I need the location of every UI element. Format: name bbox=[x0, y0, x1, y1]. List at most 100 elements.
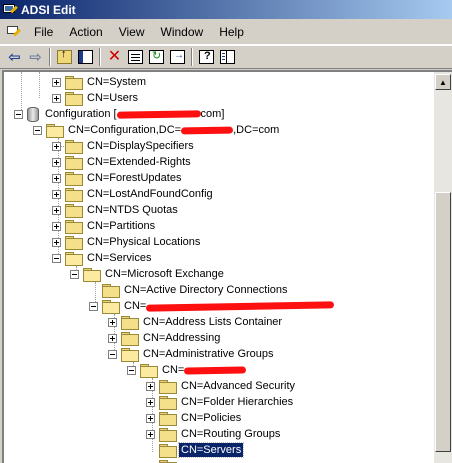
up-folder-icon bbox=[57, 48, 72, 64]
tree-node[interactable]: CN=Active Directory Connections bbox=[89, 282, 290, 298]
tree-node[interactable]: Configuration [com] bbox=[14, 106, 226, 122]
menu-view[interactable]: View bbox=[111, 19, 153, 45]
tree-view[interactable]: CN=System CN=Users Configuration [com] C… bbox=[2, 70, 434, 463]
tree-node[interactable]: CN=Microsoft Exchange bbox=[70, 266, 226, 282]
tree-node-label: CN=Extended-Rights bbox=[87, 156, 191, 168]
tree-node[interactable]: CN=Address Lists Container bbox=[108, 314, 284, 330]
tree-node-label: CN=System bbox=[87, 76, 146, 88]
tree-node-label: CN=Users bbox=[87, 92, 139, 104]
up-one-level-button[interactable] bbox=[54, 47, 75, 67]
expand-button[interactable] bbox=[52, 221, 61, 231]
redaction-mark bbox=[184, 366, 247, 375]
tree-node[interactable]: CN=System bbox=[52, 74, 148, 90]
show-hide-action-pane-icon bbox=[220, 50, 235, 64]
tree-node-label: CN=Administrative Groups bbox=[143, 348, 274, 360]
expand-button[interactable] bbox=[52, 157, 61, 167]
expand-button[interactable] bbox=[52, 189, 61, 199]
collapse-button[interactable] bbox=[33, 125, 42, 135]
expand-button[interactable] bbox=[146, 381, 155, 391]
tree-node-label: CN=Advanced Security bbox=[181, 380, 296, 392]
tree-node[interactable]: CN=Users bbox=[52, 90, 140, 106]
show-hide-action-pane-button[interactable] bbox=[217, 47, 238, 67]
tree-node[interactable]: CN=DisplaySpecifiers bbox=[52, 138, 196, 154]
tree-node[interactable]: CN=ForestUpdates bbox=[52, 170, 183, 186]
collapse-button[interactable] bbox=[127, 365, 136, 375]
expand-button[interactable] bbox=[146, 397, 155, 407]
expand-button[interactable] bbox=[146, 413, 155, 423]
menu-action[interactable]: Action bbox=[61, 19, 110, 45]
collapse-button[interactable] bbox=[108, 349, 117, 359]
tree-node-label: Configuration [com] bbox=[45, 108, 225, 120]
delete-icon: ✕ bbox=[107, 48, 122, 65]
system-menu-icon[interactable] bbox=[6, 24, 22, 40]
collapse-button[interactable] bbox=[89, 301, 98, 311]
tree-node[interactable]: CN=Partitions bbox=[52, 218, 157, 234]
vertical-scrollbar[interactable]: ▲ bbox=[434, 70, 452, 463]
folder-icon bbox=[159, 412, 177, 426]
folder-open-icon bbox=[65, 252, 83, 266]
tree-node[interactable]: CN=NTDS Quotas bbox=[52, 202, 180, 218]
tree-node[interactable]: CN=Administrative Groups bbox=[108, 346, 276, 362]
tree-node[interactable]: CN=Routing Groups bbox=[146, 426, 282, 442]
expand-button[interactable] bbox=[146, 429, 155, 439]
tree-node[interactable]: CN=Configuration,DC= ,DC=com bbox=[33, 122, 281, 138]
delete-button[interactable]: ✕ bbox=[104, 47, 125, 67]
tree-node-label: CN= bbox=[160, 363, 248, 377]
menu-bar: File Action View Window Help bbox=[0, 19, 452, 45]
menu-file[interactable]: File bbox=[26, 19, 61, 45]
refresh-button[interactable] bbox=[146, 47, 167, 67]
expand-button[interactable] bbox=[52, 173, 61, 183]
expand-button[interactable] bbox=[52, 237, 61, 247]
properties-icon bbox=[128, 50, 143, 64]
tree-node-label: CN=Addressing bbox=[143, 332, 221, 344]
folder-icon bbox=[121, 316, 139, 330]
menu-help[interactable]: Help bbox=[211, 19, 252, 45]
forward-icon: ⇨ bbox=[29, 48, 42, 66]
tree-node[interactable]: CN= bbox=[127, 362, 248, 378]
back-button[interactable]: ⇦ bbox=[4, 47, 25, 67]
folder-icon bbox=[65, 172, 83, 186]
expand-button[interactable] bbox=[52, 93, 61, 103]
tree-node[interactable]: CN=Folder Hierarchies bbox=[146, 394, 295, 410]
toolbar-separator bbox=[99, 48, 101, 66]
tree-node[interactable]: CN=Addressing bbox=[108, 330, 222, 346]
folder-icon bbox=[65, 204, 83, 218]
forward-button[interactable]: ⇨ bbox=[25, 47, 46, 67]
folder-icon bbox=[65, 220, 83, 234]
tree-node[interactable]: CN= bbox=[89, 298, 336, 314]
folder-icon bbox=[102, 284, 120, 298]
collapse-button[interactable] bbox=[14, 109, 23, 119]
expand-button[interactable] bbox=[52, 205, 61, 215]
title-bar: ADSI Edit bbox=[0, 0, 452, 19]
tree-node[interactable]: CN=Physical Locations bbox=[52, 234, 202, 250]
expand-button[interactable] bbox=[52, 77, 61, 87]
expand-button[interactable] bbox=[108, 317, 117, 327]
export-list-icon bbox=[170, 50, 185, 64]
scroll-up-arrow-icon: ▲ bbox=[439, 77, 447, 87]
menu-window[interactable]: Window bbox=[153, 19, 212, 45]
scrollbar-thumb[interactable] bbox=[435, 192, 451, 452]
show-hide-tree-button[interactable] bbox=[75, 47, 96, 67]
tree-node[interactable]: CN=LostAndFoundConfig bbox=[52, 186, 215, 202]
expand-button[interactable] bbox=[108, 333, 117, 343]
tree-node-label: CN=Active Directory Connections bbox=[124, 284, 288, 296]
properties-button[interactable] bbox=[125, 47, 146, 67]
tree-node-label: CN=NTDS Quotas bbox=[87, 204, 178, 216]
help-button[interactable] bbox=[196, 47, 217, 67]
export-list-button[interactable] bbox=[167, 47, 188, 67]
tree-node[interactable]: CN=Advanced Security bbox=[146, 378, 297, 394]
back-icon: ⇦ bbox=[8, 48, 21, 66]
tree-node[interactable]: CN=Extended-Rights bbox=[52, 154, 193, 170]
folder-open-icon bbox=[83, 268, 101, 282]
tree-node[interactable]: CN=Services bbox=[52, 250, 154, 266]
collapse-button[interactable] bbox=[70, 269, 79, 279]
folder-icon bbox=[65, 236, 83, 250]
tree-node[interactable]: CN=Policies bbox=[146, 410, 243, 426]
tree-node-selected[interactable]: CN=Servers bbox=[146, 442, 245, 458]
tree-node-label: CN=Servers bbox=[177, 442, 245, 458]
redaction-mark bbox=[116, 109, 201, 119]
expand-button[interactable] bbox=[52, 141, 61, 151]
scroll-up-button[interactable]: ▲ bbox=[435, 74, 451, 90]
tree-node-partial[interactable] bbox=[146, 458, 179, 463]
collapse-button[interactable] bbox=[52, 253, 61, 263]
